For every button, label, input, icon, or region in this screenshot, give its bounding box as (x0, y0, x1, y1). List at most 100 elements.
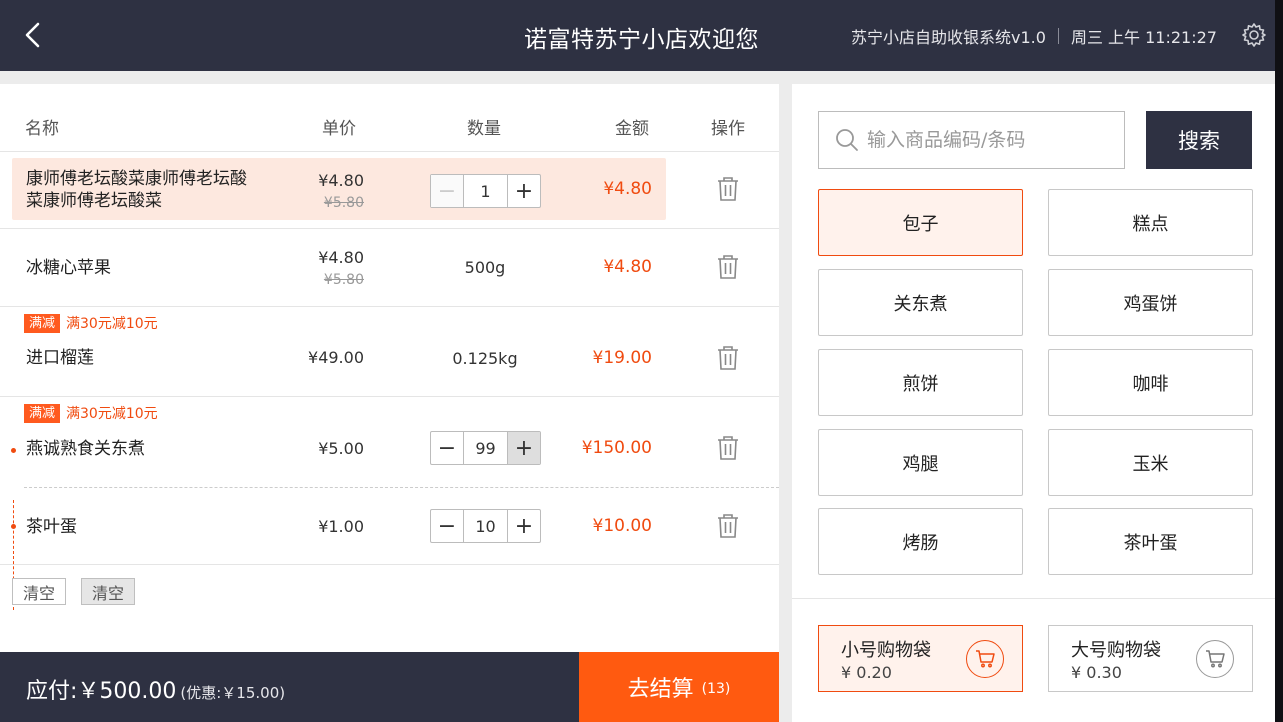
trash-icon[interactable] (716, 254, 740, 280)
category-button[interactable]: 咖啡 (1048, 349, 1253, 416)
item-name-line: 菜康师傅老坛酸菜 (26, 191, 162, 211)
col-unit-price: 单价 (322, 119, 356, 139)
category-button[interactable]: 鸡腿 (818, 429, 1023, 496)
col-name: 名称 (25, 119, 59, 139)
quantity-stepper[interactable]: − 99 + (430, 431, 541, 465)
bag-large-button[interactable]: 大号购物袋 ¥ 0.30 (1048, 625, 1253, 692)
promo-label: 满减 满30元减10元 (24, 403, 158, 423)
increment-button[interactable]: + (508, 510, 540, 542)
category-button[interactable]: 糕点 (1048, 189, 1253, 256)
window-edge (1275, 0, 1283, 722)
category-button[interactable]: 玉米 (1048, 429, 1253, 496)
search-button[interactable]: 搜索 (1146, 111, 1252, 169)
payable-total: 应付:￥500.00 (26, 679, 177, 704)
col-operation: 操作 (711, 119, 745, 139)
item-name: 康师傅老坛酸菜康师傅老坛酸 菜康师傅老坛酸菜 (26, 168, 247, 212)
clear-button[interactable]: 清空 (12, 578, 67, 605)
payment-bar: 应付:￥500.00 (优惠:￥15.00) (0, 652, 579, 722)
system-name: 苏宁小店自助收银系统v1.0 (851, 28, 1046, 47)
top-header: 诺富特苏宁小店欢迎您 苏宁小店自助收银系统v1.0 周三 上午 11:21:27 (0, 0, 1283, 71)
current-price: ¥4.80 (318, 248, 364, 267)
increment-button[interactable]: + (508, 175, 540, 207)
line-amount: ¥150.00 (581, 438, 652, 458)
item-name-line: 康师傅老坛酸菜康师傅老坛酸 (26, 169, 247, 189)
decrement-button[interactable]: − (431, 175, 463, 207)
promo-tag: 满减 (24, 403, 61, 423)
system-info: 苏宁小店自助收银系统v1.0 周三 上午 11:21:27 (851, 24, 1217, 48)
promo-label: 满减 满30元减10元 (24, 313, 158, 333)
quantity-stepper[interactable]: − 10 + (430, 509, 541, 543)
category-button[interactable]: 鸡蛋饼 (1048, 269, 1253, 336)
item-name: 燕诚熟食关东煮 (26, 439, 145, 459)
decrement-button[interactable]: − (431, 432, 463, 464)
search-icon (836, 129, 858, 151)
item-name: 冰糖心苹果 (26, 258, 111, 278)
col-amount: 金额 (615, 119, 649, 139)
decrement-button[interactable]: − (431, 510, 463, 542)
bag-name: 小号购物袋 (841, 640, 931, 661)
table-row[interactable]: 满减 满30元减10元 进口榴莲 ¥49.00 0.125kg ¥19.00 (0, 307, 779, 397)
trash-icon[interactable] (716, 513, 740, 539)
checkout-button[interactable]: 去结算 (13) (579, 652, 779, 722)
promo-text: 满30元减10元 (66, 406, 158, 422)
unit-price: ¥1.00 (318, 517, 364, 536)
promo-group: 满减 满30元减10元 燕诚熟食关东煮 ¥5.00 − 99 + ¥150.00… (0, 397, 779, 565)
quantity-weight: 500g (464, 258, 506, 277)
quantity-weight: 0.125kg (452, 349, 518, 368)
dashed-divider (24, 487, 779, 488)
table-row[interactable]: 康师傅老坛酸菜康师傅老坛酸 菜康师傅老坛酸菜 ¥4.80 ¥5.80 − 1 +… (0, 152, 779, 229)
category-button[interactable]: 煎饼 (818, 349, 1023, 416)
header-gap (0, 71, 1283, 84)
category-button[interactable]: 包子 (818, 189, 1023, 256)
promo-text: 满30元减10元 (66, 316, 158, 332)
quantity-value[interactable]: 10 (463, 510, 508, 542)
table-row[interactable]: 冰糖心苹果 ¥4.80 ¥5.80 500g ¥4.80 (0, 229, 779, 307)
cart-panel: 名称 单价 数量 金额 操作 康师傅老坛酸菜康师傅老坛酸 菜康师傅老坛酸菜 ¥4… (0, 84, 779, 652)
bracket-dot (11, 524, 16, 529)
increment-button[interactable]: + (508, 432, 540, 464)
item-name: 茶叶蛋 (26, 517, 77, 537)
quantity-value[interactable]: 99 (463, 432, 508, 464)
current-price: ¥4.80 (318, 171, 364, 190)
search-box[interactable] (818, 111, 1125, 169)
trash-icon[interactable] (716, 435, 740, 461)
bag-price: ¥ 0.30 (1071, 663, 1122, 682)
cart-icon (1196, 640, 1234, 678)
gear-icon[interactable] (1241, 22, 1267, 48)
quantity-value[interactable]: 1 (463, 175, 508, 207)
original-price: ¥5.80 (323, 272, 364, 288)
trash-icon[interactable] (716, 176, 740, 202)
payable-amount: 应付:￥500.00 (优惠:￥15.00) (26, 673, 285, 705)
bag-price: ¥ 0.20 (841, 663, 892, 682)
line-amount: ¥4.80 (603, 257, 652, 277)
unit-price: ¥4.80 ¥5.80 (318, 247, 364, 291)
unit-price: ¥5.00 (318, 439, 364, 458)
bag-name: 大号购物袋 (1071, 640, 1161, 661)
clear-button-pressed[interactable]: 清空 (81, 578, 136, 605)
promo-tag: 满减 (24, 313, 61, 333)
bracket-dot (11, 448, 16, 453)
product-panel: 搜索 包子 糕点 关东煮 鸡蛋饼 煎饼 咖啡 鸡腿 玉米 烤肠 茶叶蛋 小号购物… (792, 84, 1283, 722)
checkout-count: (13) (701, 681, 731, 697)
unit-price: ¥49.00 (308, 348, 364, 367)
line-amount: ¥19.00 (592, 348, 652, 368)
category-button[interactable]: 关东煮 (818, 269, 1023, 336)
quantity-stepper[interactable]: − 1 + (430, 174, 541, 208)
line-amount: ¥4.80 (603, 179, 652, 199)
item-name: 进口榴莲 (26, 348, 94, 368)
cart-icon (966, 640, 1004, 678)
search-input[interactable] (867, 129, 1107, 151)
checkout-label: 去结算 (627, 677, 694, 702)
trash-icon[interactable] (716, 345, 740, 371)
divider (1057, 28, 1059, 44)
cart-table-header: 名称 单价 数量 金额 操作 (0, 84, 779, 152)
category-button[interactable]: 烤肠 (818, 508, 1023, 575)
discount-amount: (优惠:￥15.00) (180, 684, 286, 702)
line-amount: ¥10.00 (592, 516, 652, 536)
col-quantity: 数量 (467, 119, 501, 139)
divider (792, 598, 1283, 599)
original-price: ¥5.80 (323, 195, 364, 211)
category-button[interactable]: 茶叶蛋 (1048, 508, 1253, 575)
unit-price: ¥4.80 ¥5.80 (318, 170, 364, 214)
bag-small-button[interactable]: 小号购物袋 ¥ 0.20 (818, 625, 1023, 692)
